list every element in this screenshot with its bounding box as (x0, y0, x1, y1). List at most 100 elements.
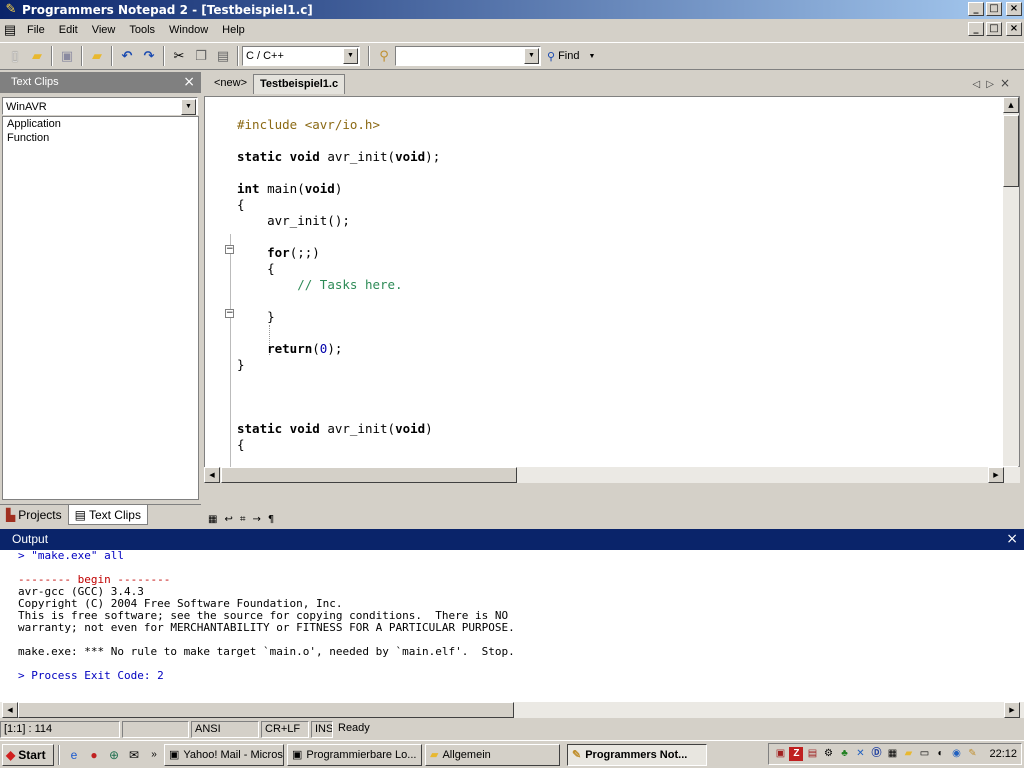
separator (163, 46, 165, 66)
scroll-right-icon[interactable]: ▷ (986, 79, 1000, 90)
app-icon[interactable]: ✎ (3, 2, 19, 18)
encoding-status[interactable]: ANSI (191, 720, 259, 738)
line-numbers-icon[interactable]: ⌗ (240, 514, 246, 525)
settings-tray-icon[interactable]: ⚙ (821, 747, 835, 761)
scheme-select[interactable]: C / C++ ▼ (242, 46, 360, 66)
task-programmierbare[interactable]: ▣ Programmierbare Lo... (287, 743, 422, 766)
separator (111, 46, 113, 66)
close-button[interactable]: × (1006, 2, 1022, 16)
minimize-button[interactable]: _ (968, 2, 984, 16)
paste-icon[interactable]: ▤ (212, 45, 234, 67)
task-programmers-notepad[interactable]: ✎ Programmers Not... (567, 743, 707, 766)
line-ending-status[interactable]: CR+LF (261, 720, 309, 738)
green-tray-icon[interactable]: ♣ (837, 747, 851, 761)
doc-restore-button[interactable]: □ (986, 22, 1002, 36)
horizontal-scrollbar[interactable]: ◀ ▶ (204, 467, 1020, 483)
tab-text-clips[interactable]: ▤ Text Clips (67, 505, 148, 525)
search-input[interactable]: ▼ (395, 46, 541, 66)
app-tray-icon[interactable]: ▤ (805, 747, 819, 761)
scroll-thumb[interactable] (18, 702, 514, 718)
cut-icon[interactable]: ✂ (168, 45, 190, 67)
fold-toggle-icon[interactable]: − (225, 245, 234, 254)
line-endings-icon[interactable]: ¶ (268, 514, 274, 525)
scroll-left-icon[interactable]: ◁ (973, 79, 987, 90)
copy-icon[interactable]: ❐ (190, 45, 212, 67)
clock[interactable]: 22:12 (989, 748, 1017, 760)
close-icon[interactable]: × (1006, 529, 1018, 550)
tab-projects[interactable]: ▙ Projects (0, 505, 68, 525)
panel-title: Text Clips (11, 76, 59, 88)
tab-new[interactable]: <new> (208, 74, 253, 94)
chevron-down-icon[interactable]: ▼ (524, 48, 539, 64)
security-tray-icon[interactable]: ◉ (949, 747, 963, 761)
magnifier-icon: ⚲ (547, 50, 556, 63)
scroll-right-arrow-icon[interactable]: ▶ (1004, 702, 1020, 718)
clip-item[interactable]: Function (3, 131, 198, 145)
scroll-up-arrow-icon[interactable]: ▲ (1003, 97, 1019, 113)
menu-tools[interactable]: Tools (122, 19, 162, 41)
doc-close-button[interactable]: × (1006, 22, 1022, 36)
output-horizontal-scrollbar[interactable]: ◀ ▶ (0, 702, 1024, 718)
open-folder-icon[interactable]: ▰ (26, 45, 48, 67)
new-file-icon[interactable]: ▯ (4, 45, 26, 67)
undo-icon[interactable]: ↶ (116, 45, 138, 67)
fold-toggle-icon[interactable]: − (225, 309, 234, 318)
redo-icon[interactable]: ↷ (138, 45, 160, 67)
window-icon: ▣ (169, 749, 180, 761)
tab-testbeispiel1[interactable]: Testbeispiel1.c (253, 74, 346, 94)
task-allgemein[interactable]: ▰ Allgemein (425, 743, 560, 766)
open-project-icon[interactable]: ▰ (86, 45, 108, 67)
chevron-down-icon[interactable]: ▼ (588, 53, 595, 60)
code-editor[interactable]: − − − #include <avr/io.h>static void avr… (204, 96, 1020, 483)
close-icon[interactable]: × (183, 72, 195, 93)
clip-set-select[interactable]: WinAVR ▼ (2, 97, 198, 115)
speaker-tray-icon[interactable]: ◐ (933, 747, 947, 761)
status-bar: [1:1] : 114 ANSI CR+LF INS Ready (0, 719, 1024, 739)
tools-tray-icon[interactable]: ✕ (853, 747, 867, 761)
mail-icon[interactable]: ✉ (124, 745, 144, 765)
clip-item[interactable]: Application (3, 117, 198, 131)
close-tab-icon[interactable]: × (1000, 76, 1016, 90)
more-quicklaunch-icon[interactable]: » (144, 745, 164, 765)
find-button[interactable]: ⚲ Find ▼ (547, 50, 595, 63)
menu-file[interactable]: File (20, 19, 52, 41)
menu-edit[interactable]: Edit (52, 19, 85, 41)
pen-tray-icon[interactable]: ✎ (965, 747, 979, 761)
editor-options-bar: ▦ ↩ ⌗ → ¶ (204, 511, 1020, 527)
za-icon[interactable]: Z (789, 747, 804, 761)
title-bar[interactable]: ✎ Programmers Notepad 2 - [Testbeispiel1… (0, 0, 1024, 19)
scroll-thumb[interactable] (1003, 115, 1019, 187)
d-tray-icon[interactable]: Ⓓ (869, 747, 883, 761)
find-binoculars-icon[interactable]: ⚲ (373, 45, 395, 67)
word-wrap-icon[interactable]: ↩ (224, 514, 232, 525)
internet-explorer-icon[interactable]: e (64, 745, 84, 765)
monitor-tray-icon[interactable]: ▭ (917, 747, 931, 761)
doc-minimize-button[interactable]: _ (968, 22, 984, 36)
scroll-left-arrow-icon[interactable]: ◀ (2, 702, 18, 718)
maximize-button[interactable]: □ (986, 2, 1002, 16)
document-menu-icon[interactable]: ▤ (0, 22, 20, 38)
scroll-thumb[interactable] (221, 467, 517, 483)
output-pane[interactable]: > "make.exe" all -------- begin -------- a… (0, 550, 1024, 702)
chevron-down-icon[interactable]: ▼ (181, 99, 196, 115)
folder-tray-icon[interactable]: ▰ (901, 747, 915, 761)
save-icon[interactable]: ▣ (56, 45, 78, 67)
network-icon[interactable]: ▣ (773, 747, 787, 761)
chevron-down-icon[interactable]: ▼ (343, 48, 358, 64)
editor-area: <new> Testbeispiel1.c ◁▷× − − − #include… (204, 72, 1020, 527)
code-line: { (237, 437, 245, 452)
browser-icon[interactable]: ⊕ (104, 745, 124, 765)
task-yahoo-mail[interactable]: ▣ Yahoo! Mail - Micros... (164, 743, 284, 766)
start-button[interactable]: ◆ Start (2, 743, 54, 766)
menu-view[interactable]: View (85, 19, 123, 41)
menu-help[interactable]: Help (215, 19, 252, 41)
media-player-icon[interactable]: ● (84, 745, 104, 765)
menu-window[interactable]: Window (162, 19, 215, 41)
split-view-icon[interactable]: ▦ (208, 514, 217, 525)
scroll-right-arrow-icon[interactable]: ▶ (988, 467, 1004, 483)
vertical-scrollbar[interactable]: ▲ ▼ (1003, 97, 1019, 482)
display-tray-icon[interactable]: ▦ (885, 747, 899, 761)
whitespace-icon[interactable]: → (252, 514, 260, 525)
scroll-left-arrow-icon[interactable]: ◀ (204, 467, 220, 483)
